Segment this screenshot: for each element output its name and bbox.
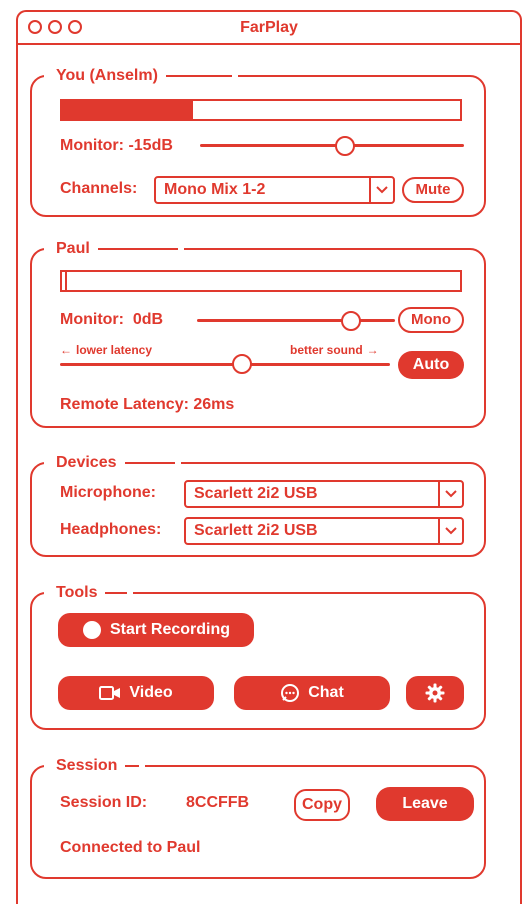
devices-panel: Devices Microphone: Scarlett 2i2 USB Hea… [30,453,486,557]
you-monitor-label: Monitor: -15dB [60,137,173,154]
you-level-peak [189,101,191,119]
headphones-select[interactable]: Scarlett 2i2 USB [184,517,464,545]
mono-button[interactable]: Mono [398,307,464,333]
paul-level-peak [65,272,67,290]
auto-button[interactable]: Auto [398,351,464,379]
devices-legend: Devices [56,454,117,471]
microphone-label: Microphone: [60,484,156,501]
chevron-down-icon [369,178,393,202]
connection-status: Connected to Paul [60,839,201,856]
mute-button[interactable]: Mute [402,177,464,203]
you-monitor-slider-thumb[interactable] [335,136,356,156]
copy-button[interactable]: Copy [294,789,350,821]
title-bar: FarPlay [18,12,520,45]
you-panel: You (Anselm) Monitor: -15dB Channels: Mo… [30,66,486,217]
paul-monitor-slider-thumb[interactable] [341,311,362,331]
chat-button[interactable]: Chat [234,676,390,710]
you-monitor-value: -15dB [128,137,173,154]
paul-monitor-slider[interactable] [197,319,395,322]
arrow-left-icon: ← [60,343,72,357]
remote-latency-value: 26ms [193,396,235,413]
channels-label: Channels: [60,180,138,197]
record-dot-icon [82,621,101,639]
microphone-select[interactable]: Scarlett 2i2 USB [184,480,464,508]
latency-slider[interactable] [60,363,390,366]
video-button[interactable]: Video [58,676,214,710]
you-level-meter [60,99,462,121]
leave-button[interactable]: Leave [376,787,474,821]
paul-legend: Paul [56,240,90,257]
paul-monitor-label: Monitor: 0dB [60,311,164,328]
tools-legend: Tools [56,584,98,601]
session-legend: Session [56,757,118,774]
session-id-label: Session ID: [60,794,148,811]
settings-button[interactable] [406,676,464,710]
chevron-down-icon [438,519,462,543]
chevron-down-icon [438,482,462,506]
gear-icon [425,683,445,703]
session-id-value: 8CCFFB [186,794,250,811]
better-sound-label: better sound → [290,343,379,357]
chat-bubble-icon [281,684,300,702]
you-legend: You (Anselm) [56,67,158,84]
latency-slider-thumb[interactable] [231,354,252,374]
session-panel: Session Session ID: 8CCFFB Copy Leave Co… [30,756,486,879]
you-level-fill [62,101,194,119]
video-camera-icon [99,686,121,700]
paul-monitor-value: 0dB [132,311,164,328]
remote-latency-label: Remote Latency: 26ms [60,396,235,413]
you-monitor-slider[interactable] [200,144,464,147]
paul-level-meter [60,270,462,292]
arrow-right-icon: → [366,343,379,357]
lower-latency-label: ← lower latency [60,343,153,357]
tools-panel: Tools Start Recording Video Chat [30,583,486,730]
paul-panel: Paul Monitor: 0dB Mono ← lower latency b… [30,239,486,428]
start-recording-button[interactable]: Start Recording [58,613,254,647]
channels-select[interactable]: Mono Mix 1-2 [154,176,395,204]
headphones-label: Headphones: [60,521,162,538]
window-title: FarPlay [240,19,298,36]
